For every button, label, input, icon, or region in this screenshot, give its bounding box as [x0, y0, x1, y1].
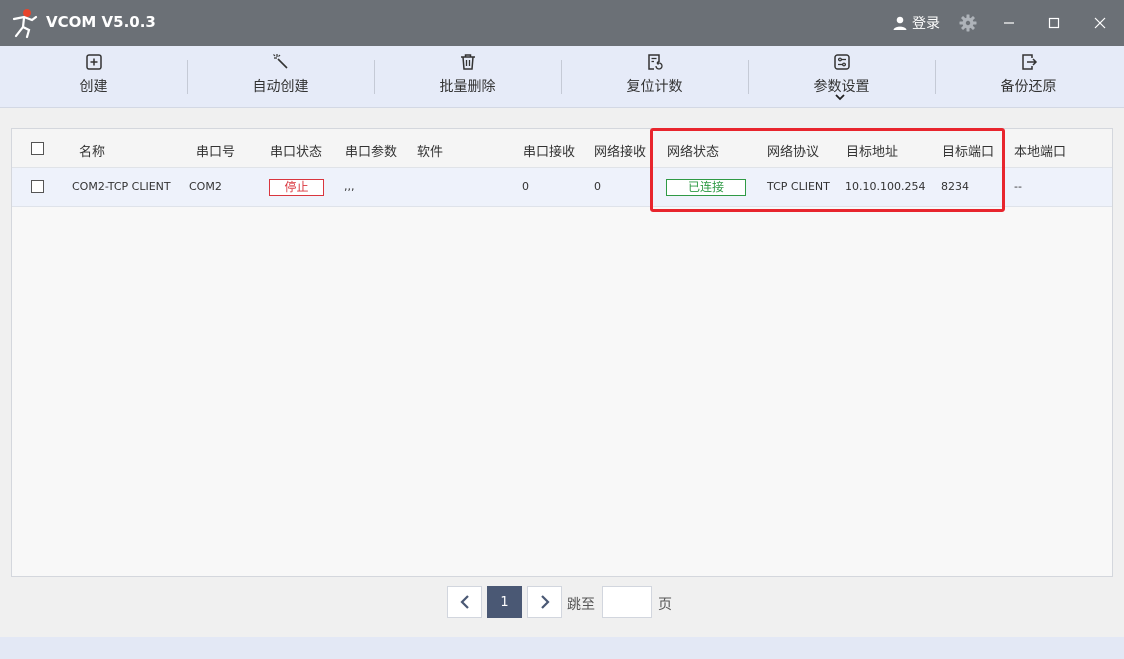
- close-icon: [1094, 17, 1106, 29]
- cell-target-port: 8234: [941, 180, 969, 193]
- maximize-icon: [1048, 17, 1060, 29]
- magic-wand-icon: [272, 54, 288, 69]
- add-icon: [85, 54, 102, 70]
- column-header[interactable]: 串口状态: [270, 141, 322, 160]
- column-header[interactable]: 网络协议: [767, 141, 819, 160]
- column-header[interactable]: 本地端口: [1014, 141, 1066, 160]
- batch-delete-label: 批量删除: [439, 79, 496, 95]
- column-header[interactable]: 目标地址: [846, 141, 898, 160]
- column-header[interactable]: 网络接收: [594, 141, 646, 160]
- network-status-badge: 已连接: [666, 179, 746, 196]
- goto-page-input[interactable]: [602, 586, 652, 618]
- page-suffix-label: 页: [658, 597, 672, 613]
- next-page-button[interactable]: [527, 586, 562, 618]
- settings-sliders-icon: [833, 54, 850, 70]
- table-row[interactable]: COM2-TCP CLIENT COM2 停止 ,,, 0 0 已连接 TCP …: [12, 168, 1112, 207]
- login-label: 登录: [912, 16, 940, 32]
- column-header[interactable]: 网络状态: [667, 141, 719, 160]
- cell-target-address: 10.10.100.254: [845, 180, 926, 193]
- backup-restore-label: 备份还原: [1000, 79, 1057, 95]
- status-bar: [0, 637, 1124, 659]
- cell-local-port: --: [1014, 180, 1022, 193]
- table-header: 名称 串口号 串口状态 串口参数 软件 串口接收 网络接收 网络状态 网络协议 …: [12, 129, 1112, 168]
- backup-restore-icon: [1021, 54, 1037, 70]
- chevron-left-icon: [459, 595, 469, 609]
- column-header[interactable]: 目标端口: [942, 141, 994, 160]
- cell-serial-rx: 0: [522, 180, 529, 193]
- auto-create-button[interactable]: 自动创建: [187, 46, 374, 108]
- select-all-checkbox[interactable]: [31, 142, 44, 155]
- gear-icon: [959, 14, 977, 32]
- reset-icon: [647, 54, 663, 70]
- chevron-right-icon: [540, 595, 550, 609]
- cell-protocol: TCP CLIENT: [767, 180, 830, 193]
- app-title: VCOM V5.0.3: [46, 13, 156, 31]
- batch-delete-button[interactable]: 批量删除: [374, 46, 561, 108]
- minimize-icon: [1004, 22, 1014, 24]
- column-header[interactable]: 串口号: [196, 141, 235, 160]
- reset-count-label: 复位计数: [626, 79, 683, 95]
- minimize-button[interactable]: [998, 12, 1020, 34]
- toolbar: 创建 自动创建 批量删除 复位计数 参数设置 备份还原: [0, 46, 1124, 108]
- cell-port: COM2: [189, 180, 222, 193]
- prev-page-button[interactable]: [447, 586, 482, 618]
- row-checkbox[interactable]: [31, 180, 44, 193]
- trash-icon: [460, 54, 475, 70]
- page-number-current[interactable]: 1: [487, 586, 522, 618]
- goto-label: 跳至: [567, 597, 595, 613]
- create-button[interactable]: 创建: [0, 46, 187, 108]
- reset-count-button[interactable]: 复位计数: [561, 46, 748, 108]
- connection-table: 名称 串口号 串口状态 串口参数 软件 串口接收 网络接收 网络状态 网络协议 …: [11, 128, 1113, 577]
- auto-create-label: 自动创建: [252, 79, 309, 95]
- maximize-button[interactable]: [1043, 12, 1065, 34]
- app-logo-icon: [12, 9, 38, 38]
- column-header[interactable]: 串口参数: [345, 141, 397, 160]
- column-header[interactable]: 软件: [417, 141, 443, 160]
- cell-net-rx: 0: [594, 180, 601, 193]
- user-icon: [893, 16, 907, 30]
- create-label: 创建: [79, 79, 108, 95]
- backup-restore-button[interactable]: 备份还原: [935, 46, 1122, 108]
- column-header[interactable]: 名称: [79, 141, 105, 160]
- cell-name: COM2-TCP CLIENT: [72, 180, 171, 193]
- serial-status-badge: 停止: [269, 179, 324, 196]
- login-button[interactable]: 登录: [892, 13, 940, 33]
- cell-serial-params: ,,,: [344, 180, 355, 193]
- title-bar: VCOM V5.0.3 登录: [0, 0, 1124, 46]
- column-header[interactable]: 串口接收: [523, 141, 575, 160]
- settings-button[interactable]: [957, 12, 979, 34]
- chevron-down-icon[interactable]: [834, 92, 846, 102]
- close-button[interactable]: [1089, 12, 1111, 34]
